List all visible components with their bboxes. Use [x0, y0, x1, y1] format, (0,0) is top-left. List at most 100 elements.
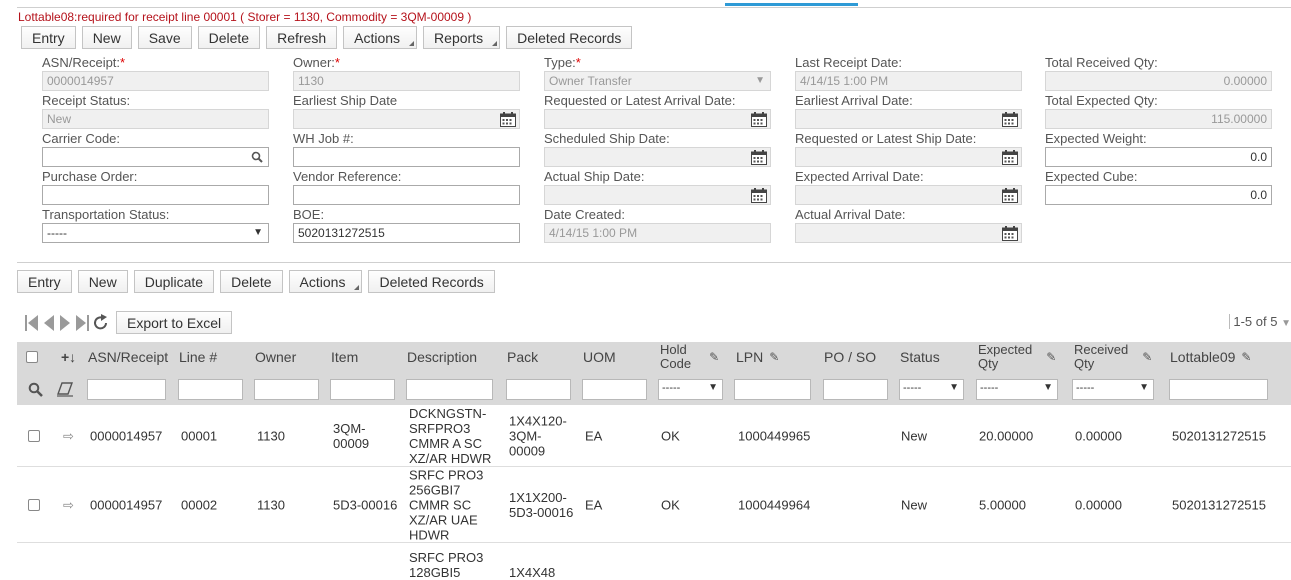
total-received-input[interactable]: 0.00000 [1045, 71, 1272, 91]
owner-input[interactable]: 1130 [293, 71, 520, 91]
col-pack[interactable]: Pack [507, 342, 538, 372]
col-owner[interactable]: Owner [255, 342, 296, 372]
filter-pack-input[interactable] [506, 379, 571, 400]
add-sort-icon[interactable]: +↓ [61, 342, 76, 372]
filter-lpn-input[interactable] [734, 379, 811, 400]
col-uom[interactable]: UOM [583, 342, 616, 372]
export-to-excel-button[interactable]: Export to Excel [116, 311, 233, 334]
save-button[interactable]: Save [137, 26, 192, 49]
total-expected-input[interactable]: 115.00000 [1045, 109, 1272, 129]
calendar-icon[interactable] [500, 112, 516, 127]
filter-owner-input[interactable] [254, 379, 319, 400]
wh-job-input[interactable] [293, 147, 520, 167]
asn-input[interactable]: 0000014957 [42, 71, 269, 91]
col-po-so[interactable]: PO / SO [824, 342, 876, 372]
filter-hold-code-select[interactable]: ----- ▼ [658, 379, 723, 400]
filter-asn-input[interactable] [87, 379, 166, 400]
cell-hold-code: OK [661, 497, 680, 512]
calendar-icon[interactable] [1002, 188, 1018, 203]
detail-delete-button[interactable]: Delete [220, 270, 283, 293]
col-status[interactable]: Status [900, 342, 940, 372]
col-asn[interactable]: ASN/Receipt [88, 342, 168, 372]
eraser-icon[interactable] [57, 382, 73, 397]
col-item[interactable]: Item [331, 342, 358, 372]
calendar-icon[interactable] [751, 112, 767, 127]
previous-page-icon[interactable] [42, 313, 56, 333]
earliest-ship-input[interactable] [293, 109, 520, 129]
purchase-order-input[interactable] [42, 185, 269, 205]
cell-asn: 0000014957 [90, 497, 163, 512]
cell-received-qty: 0.00000 [1075, 428, 1122, 443]
receipt-status-input[interactable]: New [42, 109, 269, 129]
filter-expected-qty-select[interactable]: ----- ▼ [976, 379, 1058, 400]
col-received-qty[interactable]: Received Qty ✎ [1074, 342, 1152, 372]
reports-menu-button[interactable]: Reports [423, 26, 501, 49]
type-select[interactable]: Owner Transfer ▼ [544, 71, 771, 91]
open-detail-icon[interactable]: ⇨ [63, 497, 74, 512]
expected-arrival-input[interactable] [795, 185, 1022, 205]
calendar-icon[interactable] [751, 150, 767, 165]
open-detail-icon[interactable]: ⇨ [63, 428, 74, 443]
expected-cube-input[interactable]: 0.0 [1045, 185, 1272, 205]
calendar-icon[interactable] [1002, 226, 1018, 241]
actual-ship-input[interactable] [544, 185, 771, 205]
detail-entry-button[interactable]: Entry [17, 270, 72, 293]
refresh-button[interactable]: Refresh [266, 26, 338, 49]
date-created-input[interactable]: 4/14/15 1:00 PM [544, 223, 771, 243]
refresh-icon[interactable] [92, 313, 110, 333]
detail-actions-menu-button[interactable]: Actions [288, 270, 363, 293]
select-all-checkbox[interactable] [26, 342, 38, 372]
table-row[interactable]: SRFC PRO3 128GBI5 1X4X48 [17, 543, 1291, 580]
filter-received-qty-select[interactable]: ----- ▼ [1072, 379, 1154, 400]
detail-new-button[interactable]: New [77, 270, 128, 293]
header-toolbar: Entry New Save Delete Refresh Actions Re… [21, 26, 633, 49]
row-checkbox[interactable] [28, 429, 40, 442]
cell-description: DCKNGSTN- SRFPRO3 CMMR A SC XZ/AR HDWR [409, 405, 492, 466]
expected-weight-input[interactable]: 0.0 [1045, 147, 1272, 167]
earliest-arrival-input[interactable] [795, 109, 1022, 129]
boe-input[interactable]: 5020131272515 [293, 223, 520, 243]
col-hold-code[interactable]: Hold Code ✎ [660, 342, 719, 372]
col-description[interactable]: Description [407, 342, 477, 372]
first-page-icon[interactable] [24, 313, 40, 333]
actual-arrival-input[interactable] [795, 223, 1022, 243]
search-icon[interactable] [251, 151, 263, 163]
carrier-input[interactable] [42, 147, 269, 167]
col-expected-qty[interactable]: Expected Qty ✎ [978, 342, 1056, 372]
row-checkbox[interactable] [28, 498, 40, 511]
requested-ship-input[interactable] [795, 147, 1022, 167]
col-line[interactable]: Line # [179, 342, 217, 372]
table-row[interactable]: ⇨ 0000014957 00002 1130 5D3-00016 SRFC P… [17, 467, 1291, 543]
cell-status: New [901, 428, 928, 443]
table-row[interactable]: ⇨ 0000014957 00001 1130 3QM- 00009 DCKNG… [17, 405, 1291, 467]
filter-uom-input[interactable] [582, 379, 647, 400]
search-icon[interactable] [28, 382, 43, 397]
deleted-records-button[interactable]: Deleted Records [506, 26, 633, 49]
detail-actions-label: Actions [299, 273, 346, 290]
detail-deleted-records-button[interactable]: Deleted Records [368, 270, 495, 293]
filter-lottable09-input[interactable] [1169, 379, 1268, 400]
actions-menu-button[interactable]: Actions [343, 26, 418, 49]
scheduled-ship-input[interactable] [544, 147, 771, 167]
filter-po-so-input[interactable] [823, 379, 888, 400]
calendar-icon[interactable] [1002, 112, 1018, 127]
transportation-status-select[interactable]: ----- ▼ [42, 223, 269, 243]
calendar-icon[interactable] [751, 188, 767, 203]
filter-item-input[interactable] [330, 379, 395, 400]
next-page-icon[interactable] [58, 313, 72, 333]
last-receipt-input[interactable]: 4/14/15 1:00 PM [795, 71, 1022, 91]
filter-status-select[interactable]: ----- ▼ [899, 379, 964, 400]
delete-button[interactable]: Delete [197, 26, 261, 49]
cell-lpn: 1000449964 [738, 497, 811, 512]
entry-button[interactable]: Entry [21, 26, 76, 49]
col-lottable09[interactable]: Lottable09 ✎ [1170, 342, 1251, 372]
vendor-reference-input[interactable] [293, 185, 520, 205]
calendar-icon[interactable] [1002, 150, 1018, 165]
col-lpn[interactable]: LPN ✎ [736, 342, 779, 372]
duplicate-button[interactable]: Duplicate [133, 270, 215, 293]
last-page-icon[interactable] [74, 313, 90, 333]
requested-arrival-input[interactable] [544, 109, 771, 129]
filter-line-input[interactable] [178, 379, 243, 400]
filter-description-input[interactable] [406, 379, 493, 400]
new-button[interactable]: New [81, 26, 132, 49]
